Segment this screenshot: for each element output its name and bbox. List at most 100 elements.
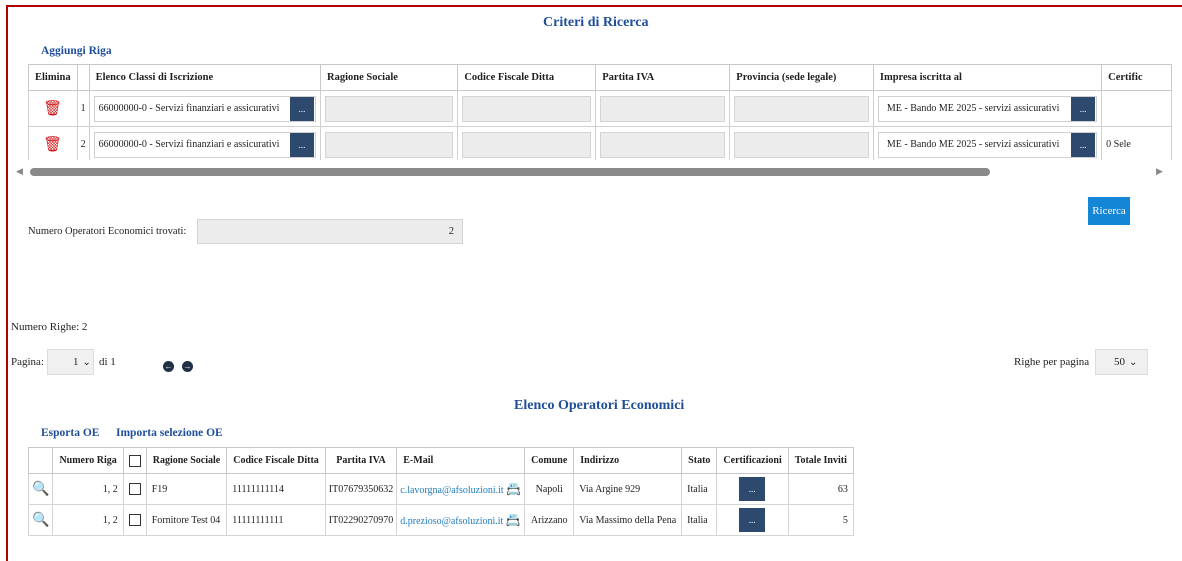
impresa-picker-button[interactable]: ... xyxy=(1071,96,1096,121)
classe-value: 66000000-0 - Servizi finanziari e assicu… xyxy=(98,103,280,114)
comune-cell: Arizzano xyxy=(524,504,575,536)
ragione-input[interactable] xyxy=(325,95,454,122)
di-label: di 1 xyxy=(99,356,116,368)
stato-cell: Italia xyxy=(681,473,718,505)
certificazioni-button[interactable]: ... xyxy=(739,508,766,532)
col-certific: Certific xyxy=(1101,64,1172,91)
trash-icon[interactable]: 🗑 xyxy=(33,135,73,154)
ragione-cell: Fornitore Test 04 xyxy=(145,504,228,536)
contact-card-icon[interactable]: 📇 xyxy=(506,513,521,527)
classe-picker-button[interactable]: ... xyxy=(290,96,315,121)
impresa-field[interactable]: ME - Bando ME 2025 - servizi assicurativ… xyxy=(877,95,1098,122)
col-cf: Codice Fiscale Ditta xyxy=(457,64,597,91)
criteri-row: 🗑 1 66000000-0 - Servizi finanziari e as… xyxy=(28,90,1172,127)
provincia-input[interactable] xyxy=(734,95,869,122)
delete-cell: 🗑 xyxy=(28,90,78,127)
num-oe-label: Numero Operatori Economici trovati: xyxy=(28,226,187,237)
col-partita-iva: Partita IVA xyxy=(324,447,398,474)
classe-picker-button[interactable]: ... xyxy=(290,132,315,157)
inviti-cell: 5 xyxy=(787,504,854,536)
email-cell: c.lavorgna@afsoluzioni.it 📇 xyxy=(396,473,526,505)
select-all-checkbox[interactable] xyxy=(128,454,141,467)
num-oe-value: 2 xyxy=(197,219,463,244)
trash-icon[interactable]: 🗑 xyxy=(33,99,73,118)
inviti-cell: 63 xyxy=(787,473,854,505)
righe-value: 50 xyxy=(1114,356,1125,368)
pagina-select[interactable]: 1 ⌄ xyxy=(47,349,94,375)
esporta-oe-link[interactable]: Esporta OE xyxy=(41,427,99,439)
cf-cell: 11111111111 xyxy=(226,504,326,536)
email-link[interactable]: c.lavorgna@afsoluzioni.it xyxy=(400,485,503,496)
indirizzo-cell: Via Massimo della Pena xyxy=(573,504,683,536)
indirizzo-cell: Via Argine 929 xyxy=(573,473,683,505)
classe-value: 66000000-0 - Servizi finanziari e assicu… xyxy=(98,139,280,150)
criteri-table-viewport: Elimina Elenco Classi di Iscrizione Ragi… xyxy=(28,64,1172,160)
col-stato: Stato xyxy=(681,447,718,474)
impresa-value: ME - Bando ME 2025 - servizi assicurativ… xyxy=(886,139,1060,150)
search-icon[interactable]: 🔍 xyxy=(32,513,49,528)
col-numero-riga: Numero Riga xyxy=(52,447,124,474)
row-checkbox[interactable] xyxy=(128,483,141,495)
ragione-cell: F19 xyxy=(145,473,228,505)
chevron-down-icon: ⌄ xyxy=(1129,356,1138,368)
provincia-input[interactable] xyxy=(734,131,869,158)
col-comune: Comune xyxy=(524,447,575,474)
elenco-table: Numero Riga Ragione Sociale Codice Fisca… xyxy=(27,447,854,536)
prev-page-icon[interactable]: ← xyxy=(163,361,174,372)
cf-input[interactable] xyxy=(462,95,592,122)
scroll-left-arrow-icon[interactable]: ◀ xyxy=(16,166,23,177)
stato-cell: Italia xyxy=(681,504,718,536)
cert-cell xyxy=(1101,90,1172,127)
numero-riga-cell: 1, 2 xyxy=(52,473,124,505)
piva-input[interactable] xyxy=(600,131,726,158)
cf-input[interactable] xyxy=(462,131,592,158)
col-certificazioni: Certificazioni xyxy=(716,447,789,474)
horizontal-scrollbar[interactable]: ◀ ▶ xyxy=(16,166,1166,178)
col-select xyxy=(122,447,147,474)
cf-cell: 11111111114 xyxy=(226,473,326,505)
col-codice-fiscale: Codice Fiscale Ditta xyxy=(226,447,326,474)
col-totale-inviti: Totale Inviti xyxy=(787,447,854,474)
row-number: 2 xyxy=(76,126,90,160)
next-page-icon[interactable]: → xyxy=(182,361,193,372)
col-ragione-sociale: Ragione Sociale xyxy=(145,447,228,474)
pagina-label: Pagina: xyxy=(11,356,44,368)
col-email: E-Mail xyxy=(396,447,526,474)
criteri-table: Elimina Elenco Classi di Iscrizione Ragi… xyxy=(28,64,1172,160)
col-impresa: Impresa iscritta al xyxy=(872,64,1103,91)
search-icon[interactable]: 🔍 xyxy=(32,482,49,497)
classe-cell: 66000000-0 - Servizi finanziari e assicu… xyxy=(88,126,322,160)
ricerca-button[interactable]: Ricerca xyxy=(1088,197,1130,225)
criteri-row: 🗑 2 66000000-0 - Servizi finanziari e as… xyxy=(28,126,1172,160)
classe-field[interactable]: 66000000-0 - Servizi finanziari e assicu… xyxy=(93,131,317,158)
pagina-value: 1 xyxy=(73,356,79,368)
col-classi: Elenco Classi di Iscrizione xyxy=(88,64,322,91)
impresa-value: ME - Bando ME 2025 - servizi assicurativ… xyxy=(886,103,1060,114)
row-checkbox[interactable] xyxy=(128,514,141,526)
classe-field[interactable]: 66000000-0 - Servizi finanziari e assicu… xyxy=(93,95,317,122)
scrollbar-thumb[interactable] xyxy=(30,168,990,176)
impresa-field[interactable]: ME - Bando ME 2025 - servizi assicurativ… xyxy=(877,131,1098,158)
righe-select[interactable]: 50 ⌄ xyxy=(1095,349,1148,375)
contact-card-icon[interactable]: 📇 xyxy=(506,482,521,496)
add-row-link[interactable]: Aggiungi Riga xyxy=(41,45,112,57)
elenco-title: Elenco Operatori Economici xyxy=(514,398,685,413)
col-provincia: Provincia (sede legale) xyxy=(729,64,874,91)
email-cell: d.prezioso@afsoluzioni.it 📇 xyxy=(396,504,526,536)
col-piva: Partita IVA xyxy=(595,64,731,91)
table-row: 🔍 1, 2 Fornitore Test 04 11111111111 IT0… xyxy=(27,504,854,536)
numero-riga-cell: 1, 2 xyxy=(52,504,124,536)
criteri-title: Criteri di Ricerca xyxy=(543,15,649,30)
piva-input[interactable] xyxy=(600,95,726,122)
importa-selezione-link[interactable]: Importa selezione OE xyxy=(116,427,223,439)
ragione-input[interactable] xyxy=(325,131,454,158)
piva-cell: IT02290270970 xyxy=(324,504,398,536)
delete-cell: 🗑 xyxy=(28,126,78,160)
email-link[interactable]: d.prezioso@afsoluzioni.it xyxy=(400,516,503,527)
certificazioni-button[interactable]: ... xyxy=(739,477,766,501)
piva-cell: IT07679350632 xyxy=(324,473,398,505)
chevron-down-icon: ⌄ xyxy=(82,356,91,368)
impresa-picker-button[interactable]: ... xyxy=(1071,132,1096,157)
scroll-right-arrow-icon[interactable]: ▶ xyxy=(1156,166,1163,177)
righe-label: Righe per pagina xyxy=(1014,356,1090,368)
